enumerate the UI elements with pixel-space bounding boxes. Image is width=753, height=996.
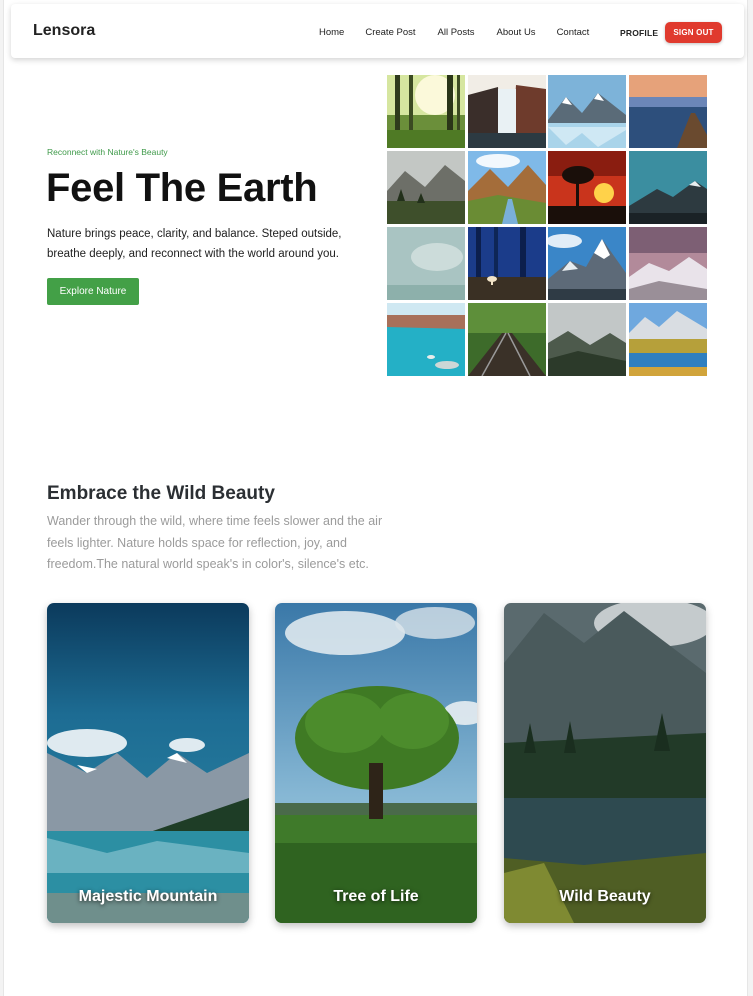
snowy-mountain-lake-photo[interactable]	[548, 75, 626, 148]
nav-link-create-post[interactable]: Create Post	[365, 27, 415, 38]
section-description: Wander through the wild, where time feel…	[47, 514, 383, 571]
nav-link-home[interactable]: Home	[319, 27, 344, 38]
forest-railway-photo[interactable]	[467, 303, 546, 376]
mountain-lake-image	[47, 603, 249, 923]
sunset-tree-photo[interactable]	[548, 151, 626, 224]
misty-fog-photo[interactable]	[387, 227, 465, 300]
brand-logo[interactable]: Lensora	[33, 22, 95, 40]
navbar: Lensora Home Create Post All Posts About…	[11, 4, 744, 58]
tree-meadow-image	[275, 603, 477, 923]
card-label: Tree of Life	[333, 888, 419, 905]
forest-sunlight-photo[interactable]	[387, 75, 465, 148]
hero-description: Nature brings peace, clarity, and balanc…	[47, 228, 342, 260]
nav-links: Home Create Post All Posts About Us Cont…	[319, 27, 610, 38]
dark-mountain-photo[interactable]	[628, 151, 707, 224]
mountain-valley-photo[interactable]	[387, 151, 465, 224]
turquoise-coast-photo[interactable]	[387, 303, 465, 376]
waterfall-photo[interactable]	[467, 75, 546, 148]
section-title: Embrace the Wild Beauty	[47, 483, 275, 504]
snow-peak-photo[interactable]	[548, 227, 626, 300]
page: Lensora Home Create Post All Posts About…	[3, 0, 748, 996]
card-majestic-mountain[interactable]: Majestic Mountain	[47, 603, 249, 923]
pink-sky-mountain-photo[interactable]	[628, 227, 707, 300]
nav-link-all-posts[interactable]: All Posts	[438, 27, 475, 38]
blue-forest-mushroom-photo[interactable]	[467, 227, 546, 300]
card-label: Majestic Mountain	[78, 888, 218, 905]
river-valley-photo[interactable]	[467, 151, 546, 224]
foggy-hills-photo[interactable]	[548, 303, 626, 376]
card-tree-of-life[interactable]: Tree of Life	[275, 603, 477, 923]
mountain-meadow-lake-photo[interactable]	[628, 303, 707, 376]
profile-link[interactable]: PROFILE	[620, 28, 658, 38]
explore-nature-button[interactable]: Explore Nature	[47, 278, 139, 305]
card-label: Wild Beauty	[559, 888, 651, 905]
nav-link-contact[interactable]: Contact	[557, 27, 590, 38]
hero-tagline: Reconnect with Nature's Beauty	[47, 147, 168, 157]
card-wild-beauty[interactable]: Wild Beauty	[504, 603, 706, 923]
hero-title: Feel The Earth	[46, 166, 318, 210]
photo-gallery	[387, 75, 707, 376]
sign-out-button[interactable]: SIGN OUT	[665, 22, 722, 43]
lake-pier-sunset-photo[interactable]	[628, 75, 707, 148]
lake-forest-image	[504, 603, 706, 923]
card-list: Majestic Mountain Tree of Life Wild Beau…	[47, 603, 707, 923]
nav-link-about-us[interactable]: About Us	[496, 27, 535, 38]
